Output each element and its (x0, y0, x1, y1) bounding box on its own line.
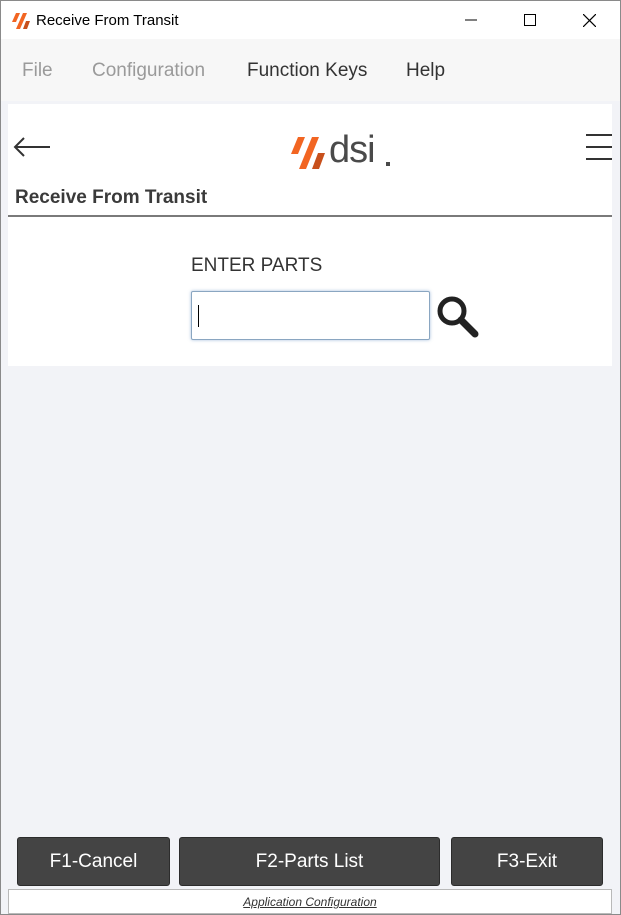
logo-text: dsi (329, 129, 376, 171)
application-configuration-link[interactable]: Application Configuration (243, 895, 376, 909)
heading-divider (8, 215, 612, 217)
window-title: Receive From Transit (36, 12, 179, 29)
menu-help[interactable]: Help (406, 60, 445, 82)
dsi-logo: dsi (288, 129, 398, 175)
dsi-app-icon (12, 13, 30, 29)
text-caret (198, 305, 199, 327)
menu-function-keys[interactable]: Function Keys (247, 60, 367, 82)
close-icon (582, 13, 596, 27)
minimize-button[interactable] (442, 1, 500, 39)
magnifier-icon[interactable] (435, 294, 479, 338)
f2-parts-list-button[interactable]: F2-Parts List (179, 837, 440, 886)
menu-bar: File Configuration Function Keys Help (1, 39, 620, 101)
parts-input[interactable] (191, 291, 430, 340)
f1-cancel-button[interactable]: F1-Cancel (17, 837, 170, 886)
minimize-icon (465, 19, 477, 21)
main-panel: dsi Receive From Transit ENTER PARTS (8, 104, 612, 366)
enter-parts-label: ENTER PARTS (191, 255, 323, 276)
page-title: Receive From Transit (15, 187, 208, 208)
footer-bar: Application Configuration (8, 889, 612, 914)
hamburger-menu-icon[interactable] (586, 134, 612, 162)
logo-dot (386, 162, 390, 166)
arrow-left-icon[interactable] (12, 132, 52, 162)
menu-file[interactable]: File (22, 60, 53, 82)
maximize-icon (524, 14, 536, 26)
app-window: Receive From Transit File Configuration … (0, 0, 621, 915)
menu-configuration[interactable]: Configuration (92, 60, 205, 82)
dsi-logo-mark (291, 137, 325, 169)
title-bar: Receive From Transit (1, 1, 620, 39)
close-button[interactable] (560, 1, 618, 39)
maximize-button[interactable] (501, 1, 559, 39)
f3-exit-button[interactable]: F3-Exit (451, 837, 603, 886)
